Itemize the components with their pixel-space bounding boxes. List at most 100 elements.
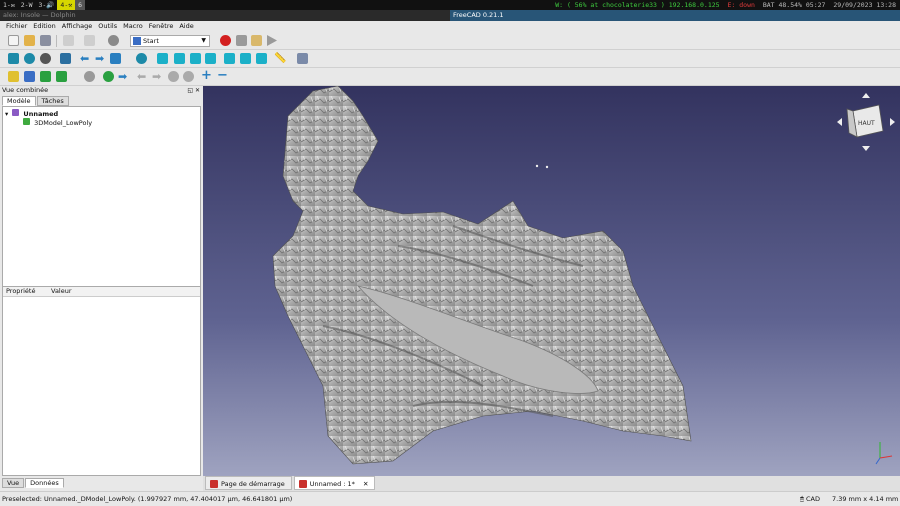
- property-tabs: Vue Données: [2, 478, 65, 488]
- workspace-2[interactable]: 2-W: [18, 0, 36, 10]
- combo-tabs: Modèle Tâches: [2, 96, 70, 106]
- whats-this-icon[interactable]: [297, 53, 308, 64]
- group-icon[interactable]: [24, 71, 35, 82]
- tab-start-page[interactable]: Page de démarrage: [205, 476, 292, 490]
- isometric-view-icon[interactable]: [157, 53, 168, 64]
- view-toolbar: ⬅ ➡ 📏: [0, 50, 900, 68]
- bounding-box-icon[interactable]: [60, 53, 71, 64]
- menu-aide[interactable]: Aide: [176, 21, 196, 32]
- workbench-icon: [133, 37, 141, 45]
- redo-icon[interactable]: [84, 35, 95, 46]
- bottom-view-icon[interactable]: [240, 53, 251, 64]
- document-icon: [12, 109, 20, 116]
- refresh-icon[interactable]: [108, 35, 119, 46]
- workbench-selector[interactable]: Start ▼: [130, 35, 210, 47]
- web-globe-icon[interactable]: [103, 71, 114, 82]
- navigation-style-selector[interactable]: 🖱 CAD: [800, 492, 820, 506]
- zoom-in-icon[interactable]: +: [201, 69, 212, 82]
- panel-controls[interactable]: ◱ ✕: [187, 87, 200, 94]
- workspace-list: 1-✉ 2-W 3-🔊 4-⚒ 6: [0, 0, 86, 10]
- mesh-model[interactable]: [203, 86, 900, 476]
- web-refresh-icon[interactable]: [168, 71, 179, 82]
- web-forward-icon[interactable]: ➡: [118, 71, 129, 82]
- menu-affichage[interactable]: Affichage: [59, 21, 96, 32]
- left-view-icon[interactable]: [256, 53, 267, 64]
- tree-item-label: Unnamed: [23, 110, 59, 118]
- workbench-label: Start: [143, 37, 159, 45]
- tree-item-label: 3DModel_LowPoly: [34, 119, 93, 127]
- undo-icon[interactable]: [63, 35, 74, 46]
- right-view-icon[interactable]: [205, 53, 216, 64]
- menu-edition[interactable]: Edition: [30, 21, 59, 32]
- freecad-window-title[interactable]: FreeCAD 0.21.1: [450, 10, 900, 21]
- arrow-left-icon[interactable]: ⬅: [80, 53, 91, 64]
- tab-model[interactable]: Modèle: [2, 96, 36, 106]
- freecad-icon: [298, 480, 307, 488]
- link-actions-icon[interactable]: [56, 71, 67, 82]
- std-views-icon[interactable]: [110, 53, 121, 64]
- new-file-icon[interactable]: [8, 35, 19, 46]
- zoom-icon[interactable]: [136, 53, 147, 64]
- file-toolbar: Start ▼: [0, 32, 900, 50]
- web-home-icon[interactable]: [84, 71, 95, 82]
- front-view-icon[interactable]: [174, 53, 185, 64]
- workspace-3[interactable]: 3-🔊: [36, 0, 58, 10]
- view-dimensions[interactable]: 7.39 mm x 4.14 mm ▾: [832, 492, 900, 506]
- record-macro-icon[interactable]: [220, 35, 231, 46]
- value-column-header[interactable]: Valeur: [51, 287, 72, 296]
- workspace-6[interactable]: 6: [75, 0, 86, 10]
- save-icon[interactable]: [40, 35, 51, 46]
- collapse-arrow-icon[interactable]: ▾: [5, 110, 8, 118]
- ethernet-status: E: down: [727, 1, 755, 9]
- tab-view[interactable]: Vue: [2, 478, 25, 488]
- wifi-status: W: ( 56% at chocolaterie33 ) 192.168.0.1…: [555, 1, 720, 9]
- top-view-icon[interactable]: [190, 53, 201, 64]
- fit-all-icon[interactable]: [8, 53, 19, 64]
- dimensions-label: 7.39 mm x 4.14 mm: [832, 495, 899, 503]
- arrow-right-icon[interactable]: ➡: [95, 53, 106, 64]
- measure-icon[interactable]: 📏: [274, 53, 286, 64]
- open-file-icon[interactable]: [24, 35, 35, 46]
- status-indicators: W: ( 56% at chocolaterie33 ) 192.168.0.1…: [551, 0, 896, 10]
- menu-fichier[interactable]: Fichier: [3, 21, 30, 32]
- property-header: Propriété Valeur: [3, 287, 200, 297]
- link-icon[interactable]: [40, 71, 51, 82]
- tree-item-model[interactable]: 3DModel_LowPoly: [23, 118, 92, 127]
- web-stop-icon[interactable]: [183, 71, 194, 82]
- rear-view-icon[interactable]: [224, 53, 235, 64]
- edit-macro-icon[interactable]: [251, 35, 262, 46]
- document-tabs: Page de démarrage Unnamed : 1* ✕: [203, 476, 900, 491]
- tab-label: Page de démarrage: [221, 480, 285, 488]
- run-macro-icon[interactable]: [266, 35, 277, 46]
- part-icon[interactable]: [8, 71, 19, 82]
- fit-selection-icon[interactable]: [24, 53, 35, 64]
- property-column-header[interactable]: Propriété: [6, 287, 35, 296]
- menu-fenetre[interactable]: Fenêtre: [146, 21, 177, 32]
- tree-item-unnamed[interactable]: ▾ Unnamed: [5, 109, 58, 118]
- chevron-down-icon: ▼: [201, 37, 206, 44]
- datetime: 29/09/2023 13:28: [833, 1, 896, 9]
- navigation-cube[interactable]: HAUT: [835, 91, 897, 153]
- web-back-icon[interactable]: ⬅: [137, 71, 148, 82]
- workspace-1[interactable]: 1-✉: [0, 0, 18, 10]
- menu-outils[interactable]: Outils: [95, 21, 120, 32]
- draw-style-icon[interactable]: [40, 53, 51, 64]
- tab-tasks[interactable]: Tâches: [36, 96, 69, 106]
- window-titles: alex: Insole — Dolphin FreeCAD 0.21.1: [0, 10, 900, 21]
- axis-indicator: [875, 442, 893, 465]
- property-editor: Propriété Valeur: [2, 286, 201, 476]
- navcube-face-label: HAUT: [858, 120, 875, 127]
- web-next-icon[interactable]: ➡: [152, 71, 163, 82]
- tab-unnamed-doc[interactable]: Unnamed : 1* ✕: [293, 476, 376, 490]
- 3d-viewport[interactable]: HAUT: [203, 86, 900, 476]
- menu-macro[interactable]: Macro: [120, 21, 146, 32]
- tab-data[interactable]: Données: [25, 478, 64, 488]
- workspace-4[interactable]: 4-⚒: [57, 0, 76, 10]
- combo-view: Vue combinée ◱ ✕ Modèle Tâches ▾ Unnamed…: [0, 86, 203, 491]
- stop-macro-icon[interactable]: [236, 35, 247, 46]
- dolphin-window-title[interactable]: alex: Insole — Dolphin: [0, 10, 450, 21]
- mesh-icon: [23, 118, 30, 125]
- freecad-icon: [210, 480, 218, 488]
- close-icon[interactable]: ✕: [363, 480, 368, 488]
- zoom-out-icon[interactable]: −: [217, 69, 228, 82]
